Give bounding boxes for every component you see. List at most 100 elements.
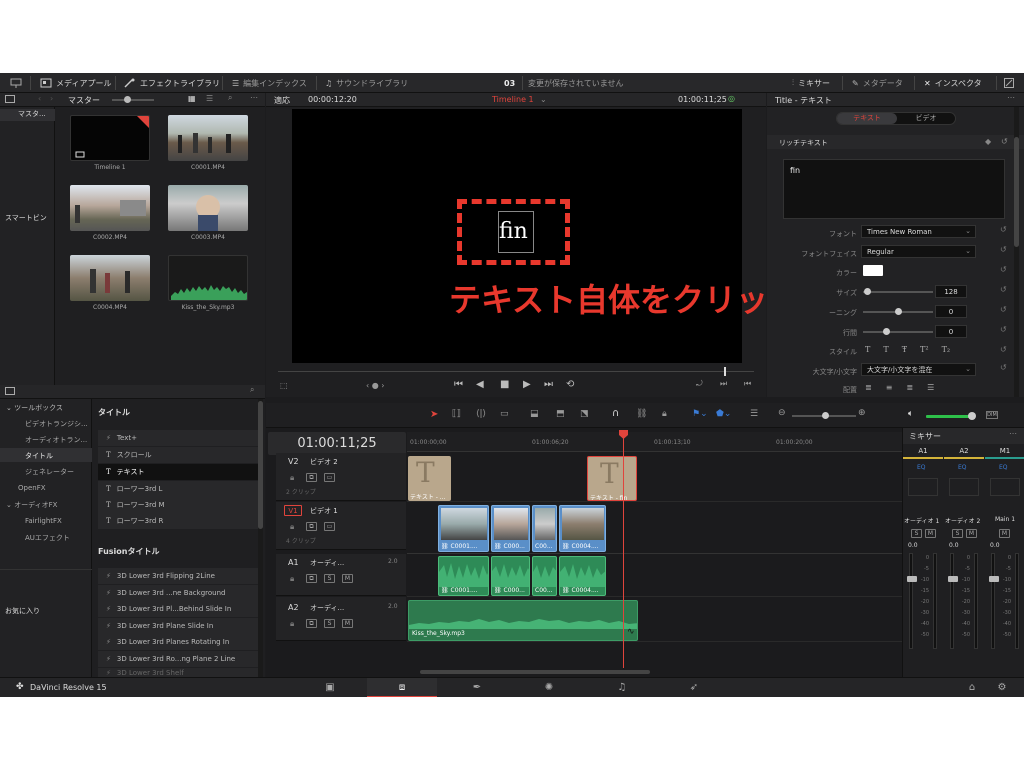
- more-options-icon[interactable]: ⋯: [250, 93, 258, 102]
- reset-icon[interactable]: ↺: [1000, 285, 1010, 294]
- track-visibility-icon[interactable]: ▭: [324, 522, 335, 531]
- effects-scrollbar[interactable]: [258, 399, 263, 677]
- media-pool-button[interactable]: メディアプール: [40, 73, 111, 93]
- style-caps-icon[interactable]: T: [883, 345, 888, 354]
- panel-toggle-icon[interactable]: [5, 387, 15, 395]
- mute-button[interactable]: M: [342, 574, 353, 583]
- video-clip[interactable]: ⛓ C0001....: [438, 505, 489, 552]
- channel-a2[interactable]: A2: [944, 447, 984, 459]
- title-clip-selected[interactable]: T テキスト - fin: [587, 456, 637, 501]
- tracking-input[interactable]: 0: [935, 305, 967, 318]
- overwrite-clip-icon[interactable]: ⬒: [556, 409, 565, 419]
- eq-label[interactable]: EQ: [917, 464, 926, 471]
- deliver-page-icon[interactable]: ➶: [686, 682, 702, 694]
- solo-button[interactable]: S: [952, 529, 963, 538]
- fader-handle[interactable]: [948, 576, 958, 582]
- list-item-fusion[interactable]: ⚡ 3D Lower 3rd Shelf: [98, 668, 258, 677]
- reset-icon[interactable]: ↺: [1001, 137, 1008, 146]
- eq-label[interactable]: EQ: [958, 464, 967, 471]
- zoom-out-icon[interactable]: ⊖: [778, 408, 786, 418]
- tree-openfx[interactable]: OpenFX: [18, 484, 46, 492]
- video-clip[interactable]: ⛓ C000...: [491, 505, 530, 552]
- auto-select-icon[interactable]: ⧉: [306, 619, 317, 628]
- thumbnail-size-slider[interactable]: [112, 99, 154, 101]
- tree-audiofx[interactable]: ⌄ オーディオFX: [6, 500, 57, 510]
- list-item-lower-third-r[interactable]: T ローワー3rd R: [98, 513, 258, 529]
- volume-handle[interactable]: [968, 412, 976, 420]
- search-icon[interactable]: ⌕: [228, 93, 232, 103]
- solo-button[interactable]: S: [324, 619, 335, 628]
- flag-icon[interactable]: ⚑⌄: [692, 409, 708, 419]
- fader-handle[interactable]: [907, 576, 917, 582]
- fairlight-page-icon[interactable]: ♫: [614, 682, 630, 694]
- play-reverse-icon[interactable]: ◀: [476, 379, 484, 390]
- inspector-button[interactable]: ✕ インスペクタ: [924, 73, 982, 93]
- color-page-icon[interactable]: ✺: [541, 682, 557, 694]
- mute-button[interactable]: M: [925, 529, 936, 538]
- tracking-slider-handle[interactable]: [895, 308, 902, 315]
- video-clip[interactable]: ⛓ C0004....: [559, 505, 606, 552]
- next-edit-icon[interactable]: ⏭: [720, 379, 727, 389]
- list-item-scroll[interactable]: T スクロール: [98, 447, 258, 463]
- auto-select-icon[interactable]: ⧉: [306, 574, 317, 583]
- tree-au-effects[interactable]: AUエフェクト: [25, 533, 70, 543]
- lock-icon[interactable]: 🔒︎: [290, 574, 294, 584]
- link-icon[interactable]: ⛓: [636, 409, 647, 419]
- lock-icon[interactable]: 🔒︎: [662, 409, 667, 419]
- lock-icon[interactable]: 🔒︎: [290, 522, 294, 532]
- dim-icon[interactable]: DIM: [986, 411, 998, 419]
- reset-icon[interactable]: ↺: [1000, 325, 1010, 334]
- timeline-name-dropdown[interactable]: Timeline 1: [492, 95, 534, 104]
- effects-library-button[interactable]: エフェクトライブラリ: [124, 73, 220, 93]
- video-clip[interactable]: C00...: [532, 505, 557, 552]
- snapping-icon[interactable]: ∩: [612, 408, 619, 419]
- more-options-icon[interactable]: ⋯: [1009, 429, 1017, 438]
- list-item-text-selected[interactable]: T テキスト: [98, 464, 258, 480]
- music-clip[interactable]: Kiss_the_Sky.mp3 ∿: [408, 600, 638, 641]
- trim-tool-icon[interactable]: ⟦⟧: [452, 409, 461, 419]
- audio-clip[interactable]: ⛓ C0004....: [559, 556, 606, 596]
- clip-thumb-c0001[interactable]: [168, 115, 248, 161]
- scrubber-playhead[interactable]: [724, 367, 726, 376]
- line-spacing-input[interactable]: 0: [935, 325, 967, 338]
- match-frame-icon[interactable]: ⤾: [696, 379, 703, 389]
- audio-clip[interactable]: ⛓ C000...: [491, 556, 530, 596]
- list-item-lower-third-m[interactable]: T ローワー3rd M: [98, 497, 258, 513]
- edit-page-icon[interactable]: ⧈: [394, 682, 410, 694]
- slider-handle[interactable]: [124, 96, 131, 103]
- list-item-fusion[interactable]: ⚡ 3D Lower 3rd Ro...ng Plane 2 Line: [98, 651, 258, 667]
- clip-thumb-c0002[interactable]: [70, 185, 150, 231]
- zoom-fit-dropdown[interactable]: 適応: [274, 95, 290, 106]
- style-normal-icon[interactable]: T: [865, 345, 870, 354]
- dynamic-trim-icon[interactable]: ⟨|⟩: [476, 409, 486, 419]
- audio-clip[interactable]: ⛓ C0001....: [438, 556, 489, 596]
- tree-toolbox[interactable]: ⌄ ツールボックス: [6, 403, 63, 413]
- track-visibility-icon[interactable]: ▭: [324, 473, 335, 482]
- go-to-end-icon[interactable]: ⏭: [544, 379, 553, 390]
- home-icon[interactable]: ⌂: [964, 682, 980, 694]
- align-right-icon[interactable]: ≣: [906, 383, 913, 392]
- fader-handle[interactable]: [989, 576, 999, 582]
- align-center-icon[interactable]: ≡: [886, 383, 893, 392]
- selection-tool-icon[interactable]: ➤: [430, 409, 438, 420]
- channel-m1[interactable]: M1: [985, 447, 1024, 459]
- blade-tool-icon[interactable]: ▭: [500, 409, 509, 419]
- speaker-icon[interactable]: 🔈︎: [908, 409, 913, 419]
- line-spacing-slider[interactable]: [863, 331, 933, 333]
- bin-smart[interactable]: スマートビン: [5, 213, 47, 223]
- list-item-fusion[interactable]: ⚡ 3D Lower 3rd ...ne Background: [98, 585, 258, 601]
- style-strike-icon[interactable]: Ŧ: [902, 345, 907, 354]
- line-spacing-slider-handle[interactable]: [883, 328, 890, 335]
- auto-select-icon[interactable]: ⧉: [306, 522, 317, 531]
- solo-button[interactable]: S: [324, 574, 335, 583]
- timeline-scrollbar[interactable]: [420, 670, 650, 674]
- more-options-icon[interactable]: ⋯: [1007, 93, 1015, 102]
- scrollbar-thumb[interactable]: [1014, 137, 1019, 247]
- clip-thumb-c0003[interactable]: [168, 185, 248, 231]
- play-icon[interactable]: ▶: [523, 379, 531, 390]
- clip-thumb-timeline[interactable]: [70, 115, 150, 161]
- workspace-icon[interactable]: [10, 73, 22, 93]
- title-text-on-canvas[interactable]: fin: [499, 219, 528, 244]
- font-dropdown[interactable]: Times New Roman ⌄: [861, 225, 976, 238]
- reset-icon[interactable]: ↺: [1000, 245, 1010, 254]
